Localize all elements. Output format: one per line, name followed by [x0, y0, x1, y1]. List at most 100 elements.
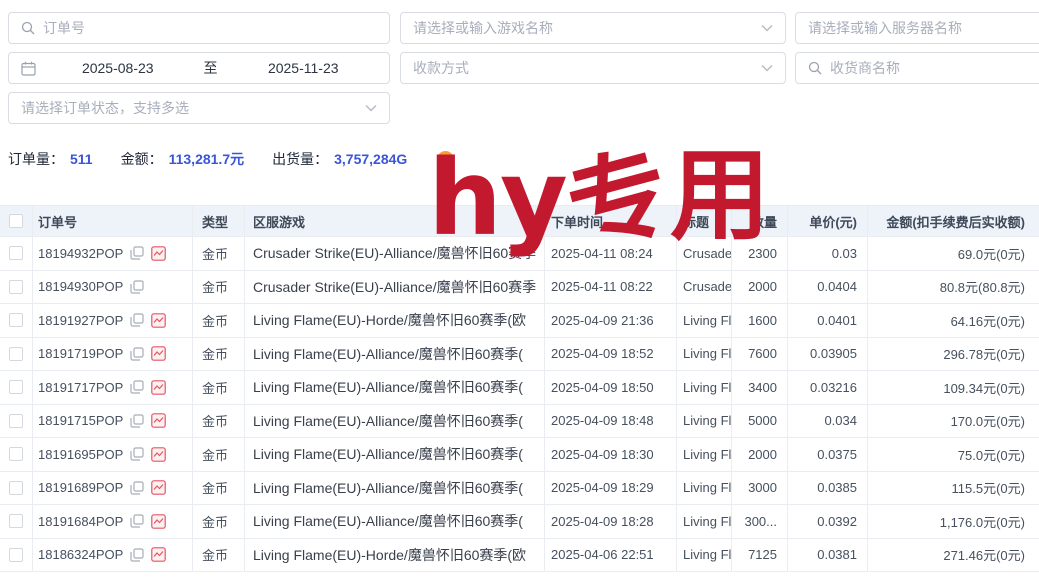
order-time: 2025-04-11 08:24 [545, 237, 677, 270]
col-header-type: 类型 [193, 206, 245, 236]
chevron-down-icon [761, 64, 773, 72]
image-icon[interactable] [151, 246, 166, 261]
image-icon[interactable] [151, 480, 166, 495]
amount: 115.5元(0元) [868, 472, 1039, 505]
amount: 296.78元(0元) [868, 338, 1039, 371]
select-all-checkbox[interactable] [9, 214, 23, 228]
server-name-placeholder: 请选择或输入服务器名称 [808, 18, 962, 38]
date-start-value[interactable]: 2025-08-23 [44, 60, 192, 76]
unit-price: 0.0381 [788, 539, 868, 572]
row-checkbox[interactable] [9, 514, 23, 528]
table-row: 18191715POP 金币 Living Flame(EU)-Alliance… [0, 405, 1039, 439]
copy-icon[interactable] [130, 347, 144, 361]
copy-icon[interactable] [130, 414, 144, 428]
amount: 80.8元(80.8元) [868, 271, 1039, 304]
game-server: Living Flame(EU)-Alliance/魔兽怀旧60赛季( [245, 405, 545, 438]
image-icon[interactable] [151, 447, 166, 462]
order-time: 2025-04-06 22:51 [545, 539, 677, 572]
image-icon[interactable] [151, 346, 166, 361]
game-server: Living Flame(EU)-Horde/魔兽怀旧60赛季(欧 [245, 304, 545, 337]
quantity: 7600 [732, 338, 788, 371]
quantity: 2000 [732, 438, 788, 471]
row-checkbox[interactable] [9, 380, 23, 394]
orders-table: 订单号 类型 区服游戏 下单时间 标题 数量 单价(元) 金额(扣手续费后实收额… [0, 205, 1039, 572]
copy-icon[interactable] [130, 514, 144, 528]
order-number-placeholder: 订单号 [43, 18, 85, 38]
unit-price: 0.0375 [788, 438, 868, 471]
table-row: 18194932POP 金币 Crusader Strike(EU)-Allia… [0, 237, 1039, 271]
row-checkbox[interactable] [9, 347, 23, 361]
order-title: Living Fl [677, 304, 732, 337]
order-time: 2025-04-09 21:36 [545, 304, 677, 337]
game-name-select[interactable]: 请选择或输入游戏名称 [400, 12, 786, 44]
table-row: 18191927POP 金币 Living Flame(EU)-Horde/魔兽… [0, 304, 1039, 338]
server-name-select[interactable]: 请选择或输入服务器名称 [795, 12, 1039, 44]
amount-value: 113,281.7元 [169, 149, 245, 169]
image-icon[interactable] [151, 313, 166, 328]
quantity: 300... [732, 505, 788, 538]
row-checkbox[interactable] [9, 313, 23, 327]
order-title: Living Fl [677, 472, 732, 505]
order-number: 18186324POP [38, 547, 123, 562]
copy-icon[interactable] [130, 481, 144, 495]
amount: 170.0元(0元) [868, 405, 1039, 438]
order-type: 金币 [193, 338, 245, 371]
copy-icon[interactable] [130, 313, 144, 327]
col-header-game: 区服游戏 [245, 206, 545, 236]
order-time: 2025-04-09 18:30 [545, 438, 677, 471]
help-icon[interactable]: ? [437, 151, 454, 168]
order-type: 金币 [193, 472, 245, 505]
order-title: Living Fl [677, 371, 732, 404]
payment-method-select[interactable]: 收款方式 [400, 52, 786, 84]
unit-price: 0.0401 [788, 304, 868, 337]
summary-bar: 订单量： 511 金额： 113,281.7元 出货量： 3,757,284G … [8, 149, 454, 169]
col-header-time: 下单时间 [545, 206, 677, 236]
order-time: 2025-04-11 08:22 [545, 271, 677, 304]
unit-price: 0.0392 [788, 505, 868, 538]
row-checkbox[interactable] [9, 481, 23, 495]
order-time: 2025-04-09 18:29 [545, 472, 677, 505]
amount: 69.0元(0元) [868, 237, 1039, 270]
quantity: 3000 [732, 472, 788, 505]
order-number: 18191684POP [38, 514, 123, 529]
date-range-picker[interactable]: 2025-08-23 至 2025-11-23 [8, 52, 390, 84]
amount: 1,176.0元(0元) [868, 505, 1039, 538]
copy-icon[interactable] [130, 447, 144, 461]
image-icon[interactable] [151, 380, 166, 395]
quantity: 3400 [732, 371, 788, 404]
order-title: Living Fl [677, 405, 732, 438]
row-checkbox[interactable] [9, 246, 23, 260]
table-row: 18194930POP 金币 Crusader Strike(EU)-Allia… [0, 271, 1039, 305]
order-number: 18191717POP [38, 380, 123, 395]
image-icon[interactable] [151, 413, 166, 428]
order-type: 金币 [193, 505, 245, 538]
order-status-select[interactable]: 请选择订单状态，支持多选 [8, 92, 390, 124]
copy-icon[interactable] [130, 548, 144, 562]
order-number: 18191689POP [38, 480, 123, 495]
game-server: Crusader Strike(EU)-Alliance/魔兽怀旧60赛季 [245, 237, 545, 270]
game-server: Living Flame(EU)-Alliance/魔兽怀旧60赛季( [245, 472, 545, 505]
table-row: 18191684POP 金币 Living Flame(EU)-Alliance… [0, 505, 1039, 539]
quantity: 7125 [732, 539, 788, 572]
row-checkbox[interactable] [9, 280, 23, 294]
date-end-value[interactable]: 2025-11-23 [230, 60, 378, 76]
chevron-down-icon [761, 24, 773, 32]
image-icon[interactable] [151, 547, 166, 562]
copy-icon[interactable] [130, 246, 144, 260]
game-server: Living Flame(EU)-Alliance/魔兽怀旧60赛季( [245, 505, 545, 538]
image-icon[interactable] [151, 514, 166, 529]
row-checkbox[interactable] [9, 548, 23, 562]
order-title: Crusade [677, 237, 732, 270]
order-type: 金币 [193, 539, 245, 572]
order-number-input[interactable]: 订单号 [8, 12, 390, 44]
game-server: Living Flame(EU)-Horde/魔兽怀旧60赛季(欧 [245, 539, 545, 572]
receiver-name-input[interactable]: 收货商名称 [795, 52, 1039, 84]
copy-icon[interactable] [130, 280, 144, 294]
order-type: 金币 [193, 438, 245, 471]
col-header-amount: 金额(扣手续费后实收额) [868, 206, 1039, 236]
row-checkbox[interactable] [9, 447, 23, 461]
order-title: Living Fl [677, 338, 732, 371]
copy-icon[interactable] [130, 380, 144, 394]
chevron-down-icon [365, 104, 377, 112]
row-checkbox[interactable] [9, 414, 23, 428]
